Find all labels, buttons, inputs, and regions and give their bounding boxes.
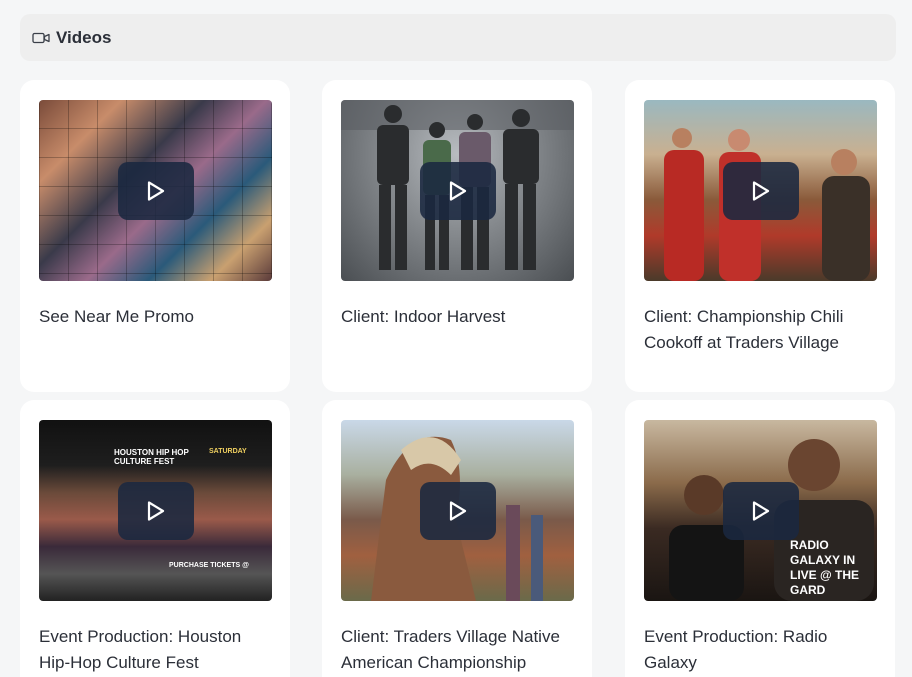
video-title[interactable]: Client: Traders Village Native American … — [341, 624, 573, 676]
play-button[interactable] — [419, 481, 496, 540]
play-icon — [147, 180, 164, 201]
play-icon — [752, 180, 769, 201]
video-camera-icon — [32, 31, 52, 45]
play-button[interactable] — [419, 161, 496, 220]
video-card[interactable]: HOUSTON HIP HOP CULTURE FEST SATURDAY PU… — [20, 400, 290, 677]
video-thumbnail[interactable] — [39, 100, 272, 281]
video-thumbnail[interactable] — [341, 420, 574, 601]
thumbnail-overlay-date: SATURDAY — [209, 448, 247, 455]
play-icon — [449, 500, 466, 521]
video-card[interactable]: Client: Traders Village Native American … — [322, 400, 592, 677]
play-icon — [449, 180, 466, 201]
play-icon — [752, 500, 769, 521]
video-title[interactable]: Client: Championship Chili Cookoff at Tr… — [644, 304, 876, 356]
videos-section-header: Videos — [20, 14, 896, 61]
video-title[interactable]: Client: Indoor Harvest — [341, 304, 573, 330]
video-card[interactable]: RADIO GALAXY IN LIVE @ THE GARD Event Pr… — [625, 400, 895, 677]
video-card[interactable]: Client: Championship Chili Cookoff at Tr… — [625, 80, 895, 392]
play-button[interactable] — [722, 481, 799, 540]
thumbnail-overlay-tickets: PURCHASE TICKETS @ — [169, 562, 249, 569]
video-title[interactable]: Event Production: Radio Galaxy — [644, 624, 876, 676]
videos-page: Videos See Near Me Promo Client: Indoor … — [0, 0, 912, 677]
thumbnail-overlay-title: HOUSTON HIP HOP CULTURE FEST — [114, 448, 189, 466]
play-button[interactable] — [117, 481, 194, 540]
video-title[interactable]: Event Production: Houston Hip-Hop Cultur… — [39, 624, 271, 676]
video-thumbnail[interactable]: RADIO GALAXY IN LIVE @ THE GARD — [644, 420, 877, 601]
video-thumbnail[interactable] — [644, 100, 877, 281]
video-title[interactable]: See Near Me Promo — [39, 304, 271, 330]
section-title: Videos — [56, 27, 112, 47]
play-button[interactable] — [117, 161, 194, 220]
thumbnail-overlay-title: RADIO GALAXY IN LIVE @ THE GARD — [790, 538, 860, 597]
video-thumbnail[interactable]: HOUSTON HIP HOP CULTURE FEST SATURDAY PU… — [39, 420, 272, 601]
play-icon — [147, 500, 164, 521]
video-card[interactable]: Client: Indoor Harvest — [322, 80, 592, 392]
video-card[interactable]: See Near Me Promo — [20, 80, 290, 392]
video-thumbnail[interactable] — [341, 100, 574, 281]
play-button[interactable] — [722, 161, 799, 220]
